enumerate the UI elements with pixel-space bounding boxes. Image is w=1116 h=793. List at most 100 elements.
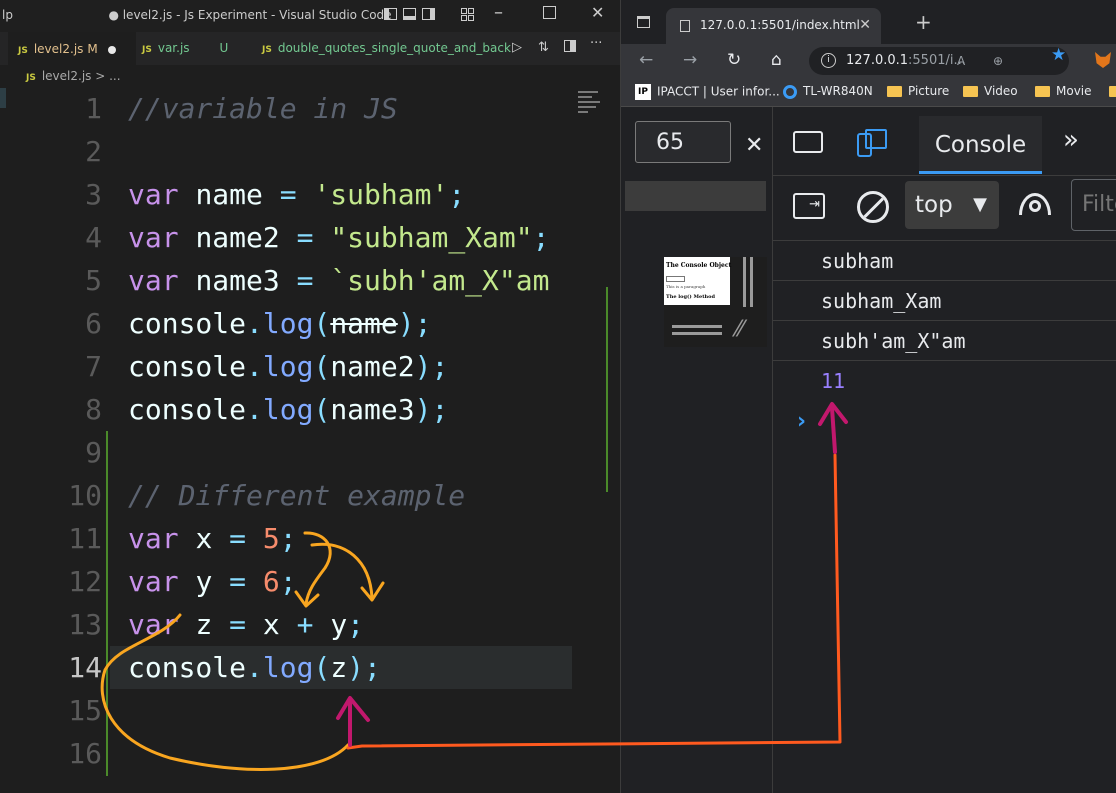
- tab-level2-js[interactable]: JS level2.js M: [8, 32, 136, 66]
- new-tab-icon[interactable]: +: [915, 10, 932, 34]
- context-value: top: [915, 192, 953, 218]
- tab-actions-icon[interactable]: [637, 16, 650, 28]
- toggle-panel-icon[interactable]: [403, 8, 416, 20]
- back-icon[interactable]: ←: [639, 50, 653, 70]
- bookmark-tl-wr840n[interactable]: TL-WR840N: [783, 84, 873, 99]
- code-line-7: 7 console.log(name2);: [85, 350, 449, 383]
- code-line-10: 10// Different example: [68, 479, 466, 512]
- show-sidebar-icon[interactable]: ⇥: [793, 193, 825, 219]
- home-icon[interactable]: ⌂: [771, 50, 782, 70]
- git-status: U: [219, 41, 229, 55]
- browser-window: 127.0.0.1:5501/index.html ✕ + ← → ↻ ⌂ i1…: [620, 0, 1116, 793]
- preview-button: [666, 276, 685, 282]
- refresh-icon[interactable]: ↻: [727, 50, 741, 70]
- breadcrumb-file[interactable]: level2.js: [42, 69, 92, 83]
- bookmark-ipacct[interactable]: IP IPACCT | User infor...: [635, 84, 780, 100]
- folder-icon: [1109, 86, 1116, 97]
- run-icon[interactable]: ▷: [512, 40, 522, 55]
- folder-icon: [887, 86, 902, 97]
- favorite-star-icon[interactable]: ★: [1051, 45, 1066, 65]
- more-actions-icon[interactable]: ···: [590, 36, 602, 51]
- zoom-input[interactable]: [635, 121, 731, 163]
- code-line-5: 5 var name3 = `subh'am_X"am: [85, 264, 550, 297]
- url-host: 127.0.0.1: [846, 53, 909, 68]
- bookmark-picture[interactable]: Picture: [887, 84, 949, 98]
- code-editor[interactable]: 1//variable in JS 2 3 var name = 'subham'…: [0, 87, 620, 793]
- console-output: subham subham_Xam subh'am_X"am 11: [773, 241, 1116, 401]
- read-aloud-icon[interactable]: A: [957, 47, 965, 75]
- minimize-icon[interactable]: –: [494, 2, 503, 23]
- page-icon: [680, 19, 690, 32]
- forward-icon[interactable]: →: [683, 50, 697, 70]
- close-tab-icon[interactable]: ✕: [859, 8, 871, 42]
- code-line-8: 8 console.log(name3);: [85, 393, 449, 426]
- code-line-4: 4 var name2 = "subham_Xam";: [85, 221, 550, 254]
- preview-title: The Console Object: [666, 262, 732, 269]
- breadcrumb-separator[interactable]: > ...: [95, 69, 120, 83]
- ip-logo-icon: IP: [635, 84, 651, 100]
- code-line-6: 6 console.log(name);: [85, 307, 432, 340]
- preview-paragraph: This is a paragraph: [666, 284, 706, 289]
- console-prompt-icon[interactable]: ›: [797, 409, 806, 434]
- tab-var-js[interactable]: JS var.js U: [142, 32, 228, 65]
- split-editor-icon[interactable]: [564, 40, 576, 52]
- js-file-icon: JS: [142, 45, 152, 55]
- resize-corner-icon[interactable]: ⁄⁄: [736, 317, 743, 342]
- site-info-icon[interactable]: i: [821, 53, 836, 68]
- code-line-3: 3 var name = 'subham';: [85, 178, 466, 211]
- chevron-down-icon: ▼: [973, 194, 987, 215]
- maximize-icon[interactable]: [543, 6, 556, 19]
- context-selector[interactable]: top ▼: [905, 181, 999, 229]
- customize-layout-icon[interactable]: [461, 8, 474, 21]
- close-window-icon[interactable]: ✕: [591, 3, 604, 22]
- clear-console-icon[interactable]: [857, 191, 889, 223]
- js-file-icon: JS: [18, 46, 28, 56]
- console-log-entry: subham: [773, 241, 1116, 281]
- metamask-fox-icon[interactable]: [1095, 52, 1111, 68]
- toggle-secondary-sidebar-icon[interactable]: [422, 8, 435, 20]
- console-filter-input[interactable]: [1071, 179, 1116, 231]
- zoom-icon[interactable]: ⊕: [993, 47, 1003, 75]
- live-expression-eye-icon[interactable]: [1019, 191, 1051, 219]
- toggle-sidebar-icon[interactable]: [384, 8, 397, 20]
- bookmark-movie[interactable]: Movie: [1035, 84, 1092, 98]
- browser-tab-title: 127.0.0.1:5501/index.html: [700, 18, 860, 32]
- address-bar[interactable]: i 127.0.0.1:5501/i... A ⊕: [809, 47, 1069, 75]
- unsaved-dot-icon[interactable]: [107, 45, 116, 54]
- code-line-14: 14 console.log(z);: [68, 651, 381, 684]
- devtools-viewport-panel: ✕ The Console Object This is a paragraph…: [621, 107, 773, 793]
- vscode-window: lp ● level2.js - Js Experiment - Visual …: [0, 0, 620, 793]
- code-line-2: 2: [85, 135, 102, 168]
- tab-console[interactable]: Console: [919, 116, 1042, 174]
- browser-toolbar: ← → ↻ ⌂ i 127.0.0.1:5501/i... A ⊕ ★: [621, 44, 1116, 78]
- inspect-element-icon[interactable]: [793, 131, 823, 153]
- tab-label: double_quotes_single_quote_and_back: [277, 41, 511, 55]
- compare-changes-icon[interactable]: ⇅: [538, 40, 549, 55]
- page-preview: The Console Object This is a paragraph T…: [664, 257, 732, 305]
- device-emulation-icon[interactable]: [857, 129, 887, 159]
- resize-handle-icon[interactable]: [743, 257, 757, 311]
- vscode-title-bar: lp ● level2.js - Js Experiment - Visual …: [0, 0, 620, 32]
- more-tabs-icon[interactable]: »: [1063, 125, 1079, 155]
- folder-icon: [1035, 86, 1050, 97]
- console-toolbar: ⇥ top ▼: [773, 175, 1116, 241]
- bookmark-video[interactable]: Video: [963, 84, 1018, 98]
- code-line-9: 9: [85, 436, 102, 469]
- code-line-13: 13 var z = x + y;: [68, 608, 365, 641]
- js-file-icon: JS: [26, 73, 36, 83]
- git-status: M: [87, 42, 98, 56]
- layout-controls: [384, 8, 441, 23]
- console-log-number: 11: [821, 369, 846, 393]
- close-zoom-icon[interactable]: ✕: [745, 133, 763, 158]
- resize-handle-bottom-icon[interactable]: [672, 325, 722, 339]
- devtools-main-panel: Console » ⇥ top ▼ subham subham_Xam subh'…: [773, 107, 1116, 793]
- js-file-icon: JS: [262, 45, 272, 55]
- browser-tab[interactable]: 127.0.0.1:5501/index.html ✕: [666, 8, 881, 44]
- tab-double-quotes-js[interactable]: JS double_quotes_single_quote_and_back: [262, 32, 511, 65]
- console-log-entry: subh'am_X"am: [773, 321, 1116, 361]
- tab-label: level2.js: [33, 42, 84, 56]
- devtools-tab-bar: Console »: [773, 107, 1116, 176]
- bookmark-more[interactable]: [1109, 84, 1116, 98]
- preview-method: The log() Method: [666, 294, 715, 300]
- tab-label: var.js: [157, 41, 190, 55]
